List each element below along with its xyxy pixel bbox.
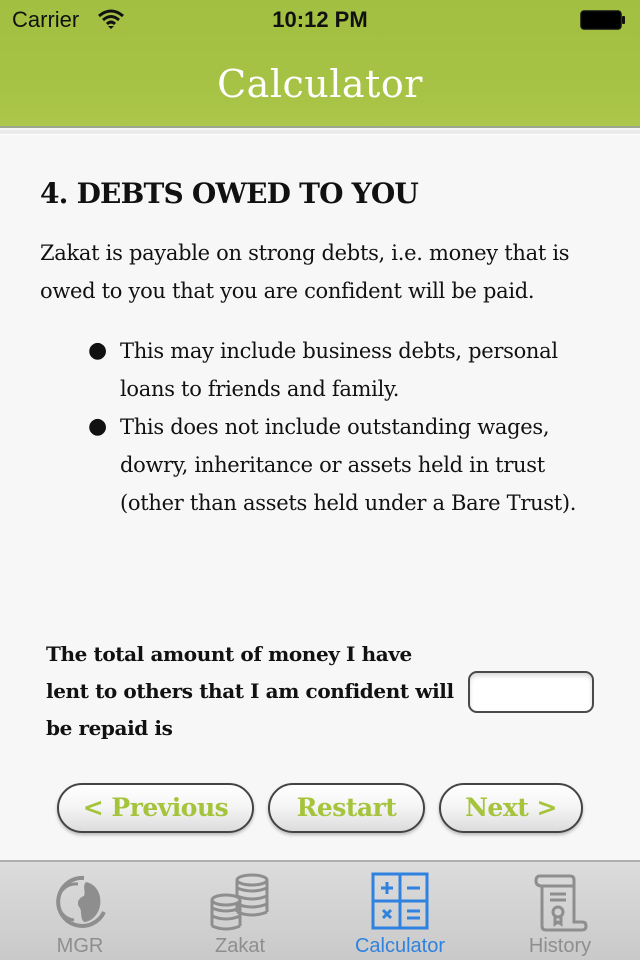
header-divider <box>0 130 640 135</box>
tab-bar: MGR Zakat Calculator History <box>0 860 640 960</box>
scroll-certificate-icon <box>534 874 588 932</box>
bullet-dot-icon: ● <box>88 338 107 363</box>
page-title: Calculator <box>217 62 423 106</box>
tab-label: Zakat <box>214 935 266 957</box>
coins-icon <box>210 873 269 931</box>
bullet-item: ● This may include business debts, perso… <box>88 332 600 408</box>
tab-label: History <box>528 935 592 957</box>
restart-button[interactable]: Restart <box>268 783 425 833</box>
question-row: The total amount of money I have lent to… <box>46 636 606 752</box>
bullet-list: ● This may include business debts, perso… <box>40 332 600 522</box>
previous-button[interactable]: < Previous <box>57 783 254 833</box>
amount-input[interactable] <box>468 671 594 713</box>
nav-header: Carrier 10:12 PM Calculator <box>0 0 640 128</box>
next-button[interactable]: Next > <box>439 783 583 833</box>
bullet-dot-icon: ● <box>88 414 107 439</box>
tab-label: Calculator <box>354 935 446 957</box>
section-heading: 4. DEBTS OWED TO YOU <box>40 177 419 210</box>
intro-paragraph: Zakat is payable on strong debts, i.e. m… <box>40 241 570 303</box>
tab-history[interactable]: History <box>480 862 640 960</box>
battery-full-icon <box>580 10 625 30</box>
bullet-text: This may include business debts, persona… <box>120 339 558 401</box>
tab-calculator[interactable]: Calculator <box>320 862 480 960</box>
bullet-text: This does not include outstanding wages,… <box>120 415 577 515</box>
bullet-item: ● This does not include outstanding wage… <box>88 408 600 522</box>
tab-label: MGR <box>56 935 104 957</box>
tab-zakat[interactable]: Zakat <box>160 862 320 960</box>
status-bar: Carrier 10:12 PM <box>0 0 640 40</box>
section-content: 4. DEBTS OWED TO YOU Zakat is payable on… <box>40 170 600 522</box>
globe-icon <box>56 875 106 928</box>
calculator-icon <box>371 872 429 930</box>
clock: 10:12 PM <box>272 7 368 32</box>
question-label: The total amount of money I have lent to… <box>46 642 454 740</box>
tab-mgr[interactable]: MGR <box>0 862 160 960</box>
